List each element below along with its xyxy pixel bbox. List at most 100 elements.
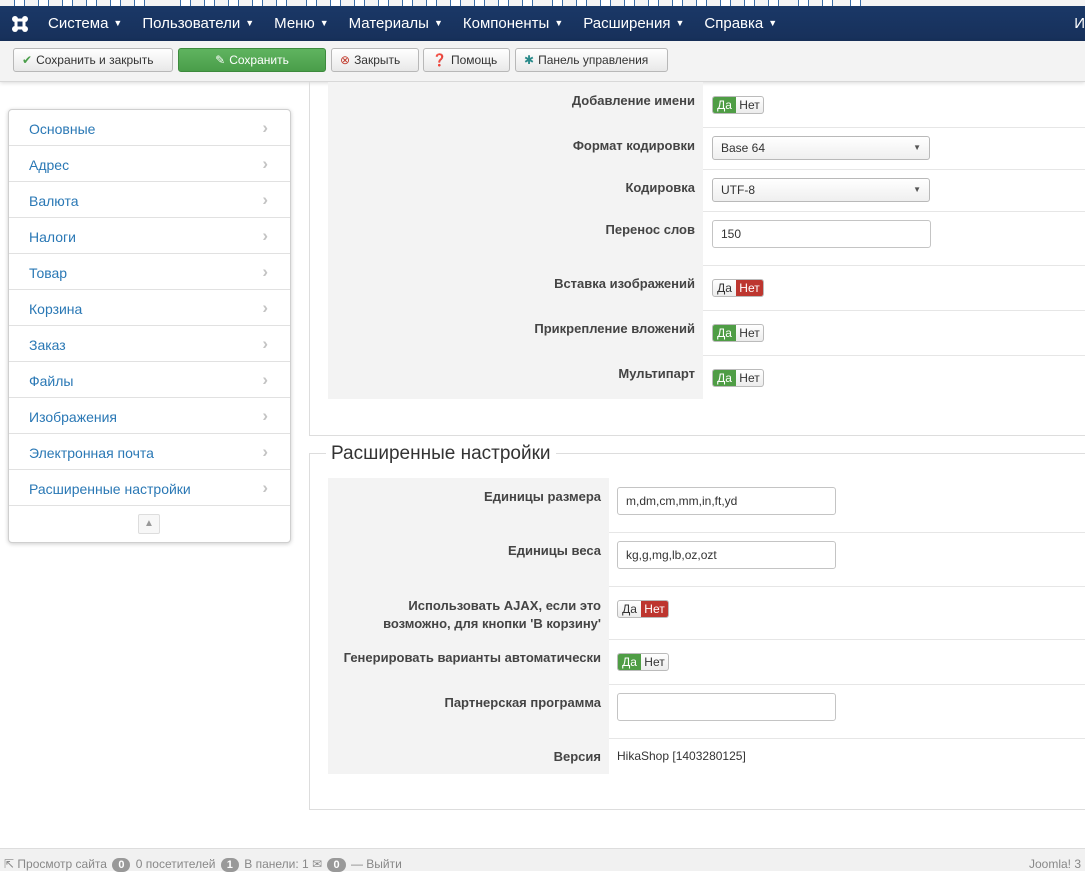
size-units-input[interactable]: m,dm,cm,mm,in,ft,yd xyxy=(617,487,836,515)
menu-help[interactable]: Справка ▼ xyxy=(694,6,787,41)
control-panel-button[interactable]: ✱ Панель управления xyxy=(515,48,668,72)
setting-label: Единицы веса xyxy=(328,532,609,586)
button-label: Панель управления xyxy=(538,53,649,67)
edit-icon: ✎ xyxy=(215,53,226,67)
embed-images-toggle[interactable]: Да Нет xyxy=(712,279,764,297)
sidebar-item-label: Изображения xyxy=(29,409,117,425)
joomla-logo-icon[interactable] xyxy=(10,14,30,34)
save-button[interactable]: ✎ Сохранить xyxy=(178,48,326,72)
toggle-no[interactable]: Нет xyxy=(736,97,763,113)
toggle-no[interactable]: Нет xyxy=(641,654,668,670)
user-menu-truncated[interactable]: И xyxy=(1074,6,1085,41)
sidebar-item-product[interactable]: Товар › xyxy=(9,254,290,290)
save-and-close-button[interactable]: ✔ Сохранить и закрыть xyxy=(13,48,173,72)
toggle-no[interactable]: Нет xyxy=(641,601,668,617)
chevron-right-icon: › xyxy=(262,226,268,245)
sidebar-item-main[interactable]: Основные › xyxy=(9,110,290,146)
menu-content[interactable]: Материалы ▼ xyxy=(339,6,453,41)
check-icon: ✔ xyxy=(22,53,33,67)
attach-files-toggle[interactable]: Да Нет xyxy=(712,324,764,342)
setting-label: Версия xyxy=(328,738,609,774)
menu-system[interactable]: Система ▼ xyxy=(38,6,132,41)
chevron-right-icon: › xyxy=(262,442,268,461)
sidebar-item-email[interactable]: Электронная почта › xyxy=(9,434,290,470)
ajax-cart-toggle[interactable]: Да Нет xyxy=(617,600,669,618)
dropdown-arrow-icon: ▼ xyxy=(913,185,921,194)
sidebar-item-label: Налоги xyxy=(29,229,76,245)
sidebar-item-order[interactable]: Заказ › xyxy=(9,326,290,362)
setting-label: Перенос слов xyxy=(328,211,703,265)
toggle-yes[interactable]: Да xyxy=(618,601,641,617)
status-bar: ⇱ Просмотр сайта 0 0 посетителей 1 В пан… xyxy=(0,848,1085,872)
setting-row-size-units: Единицы размера m,dm,cm,mm,in,ft,yd xyxy=(328,478,1085,533)
setting-label: Кодировка xyxy=(328,169,703,211)
setting-row-ajax-cart: Использовать AJAX, если это возможно, дл… xyxy=(328,586,1085,640)
setting-value: Да Нет xyxy=(609,639,1085,684)
add-name-toggle[interactable]: Да Нет xyxy=(712,96,764,114)
cancel-icon: ⊗ xyxy=(340,53,351,67)
button-label: Помощь xyxy=(450,53,498,67)
multipart-toggle[interactable]: Да Нет xyxy=(712,369,764,387)
setting-value: kg,g,mg,lb,oz,ozt xyxy=(609,532,1085,586)
setting-row-word-wrap: Перенос слов 150 xyxy=(328,211,1085,266)
chevron-right-icon: › xyxy=(262,478,268,497)
menu-label: Справка xyxy=(704,15,764,32)
encoding-format-select[interactable]: Base 64 ▼ xyxy=(712,136,930,160)
sidebar-item-images[interactable]: Изображения › xyxy=(9,398,290,434)
menu-extensions[interactable]: Расширения ▼ xyxy=(573,6,694,41)
affiliate-input[interactable] xyxy=(617,693,836,721)
word-wrap-input[interactable]: 150 xyxy=(712,220,931,248)
menu-label: Система xyxy=(48,15,109,32)
toggle-no[interactable]: Нет xyxy=(736,280,763,296)
setting-value: UTF-8 ▼ xyxy=(703,169,1085,211)
toggle-yes[interactable]: Да xyxy=(713,97,736,113)
setting-value: 150 xyxy=(703,211,1085,265)
main-menu: Система ▼ Пользователи ▼ Меню ▼ Материалы ▼ … xyxy=(38,6,787,41)
menu-users[interactable]: Пользователи ▼ xyxy=(132,6,264,41)
setting-label: Единицы размера xyxy=(328,478,609,532)
setting-value: Да Нет xyxy=(703,82,1085,127)
setting-label: Генерировать варианты автоматически xyxy=(328,639,609,684)
view-site-link[interactable]: Просмотр сайта xyxy=(17,857,107,871)
close-button[interactable]: ⊗ Закрыть xyxy=(331,48,419,72)
sidebar-item-label: Электронная почта xyxy=(29,445,154,461)
setting-row-weight-units: Единицы веса kg,g,mg,lb,oz,ozt xyxy=(328,532,1085,587)
setting-row-charset: Кодировка UTF-8 ▼ xyxy=(328,169,1085,212)
sidebar-item-label: Валюта xyxy=(29,193,79,209)
charset-select[interactable]: UTF-8 ▼ xyxy=(712,178,930,202)
setting-value: HikaShop [1403280125] xyxy=(609,738,1085,774)
menu-menus[interactable]: Меню ▼ xyxy=(264,6,338,41)
sidebar-item-label: Товар xyxy=(29,265,68,281)
sidebar-item-address[interactable]: Адрес › xyxy=(9,146,290,182)
toggle-yes[interactable]: Да xyxy=(713,370,736,386)
setting-value: Да Нет xyxy=(703,265,1085,310)
sidebar-item-label: Корзина xyxy=(29,301,83,317)
toggle-no[interactable]: Нет xyxy=(736,325,763,341)
select-value: Base 64 xyxy=(721,141,766,155)
button-label: Закрыть xyxy=(354,53,401,67)
auto-variants-toggle[interactable]: Да Нет xyxy=(617,653,669,671)
setting-label: Мультипарт xyxy=(328,355,703,399)
logout-link[interactable]: Выйти xyxy=(366,857,402,871)
toggle-yes[interactable]: Да xyxy=(618,654,641,670)
weight-units-input[interactable]: kg,g,mg,lb,oz,ozt xyxy=(617,541,836,569)
sidebar-item-currency[interactable]: Валюта › xyxy=(9,182,290,218)
collapse-up-icon[interactable]: ▲ xyxy=(138,514,160,534)
setting-label: Прикрепление вложений xyxy=(328,310,703,355)
dropdown-arrow-icon: ▼ xyxy=(913,143,921,152)
sidebar-item-files[interactable]: Файлы › xyxy=(9,362,290,398)
help-button[interactable]: ❓ Помощь xyxy=(423,48,510,72)
menu-components[interactable]: Компоненты ▼ xyxy=(453,6,573,41)
toggle-no[interactable]: Нет xyxy=(736,370,763,386)
mail-icon[interactable]: ✉ xyxy=(312,857,322,871)
toggle-yes[interactable]: Да xyxy=(713,325,736,341)
select-value: UTF-8 xyxy=(721,183,755,197)
sidebar-item-advanced[interactable]: Расширенные настройки › xyxy=(9,470,290,506)
sidebar-item-taxes[interactable]: Налоги › xyxy=(9,218,290,254)
setting-label: Формат кодировки xyxy=(328,127,703,169)
chevron-right-icon: › xyxy=(262,298,268,317)
admin-navbar: Система ▼ Пользователи ▼ Меню ▼ Материалы ▼ … xyxy=(0,6,1085,42)
sidebar-item-cart[interactable]: Корзина › xyxy=(9,290,290,326)
toggle-yes[interactable]: Да xyxy=(713,280,736,296)
setting-label-line: возможно, для кнопки 'В корзину' xyxy=(383,616,601,631)
